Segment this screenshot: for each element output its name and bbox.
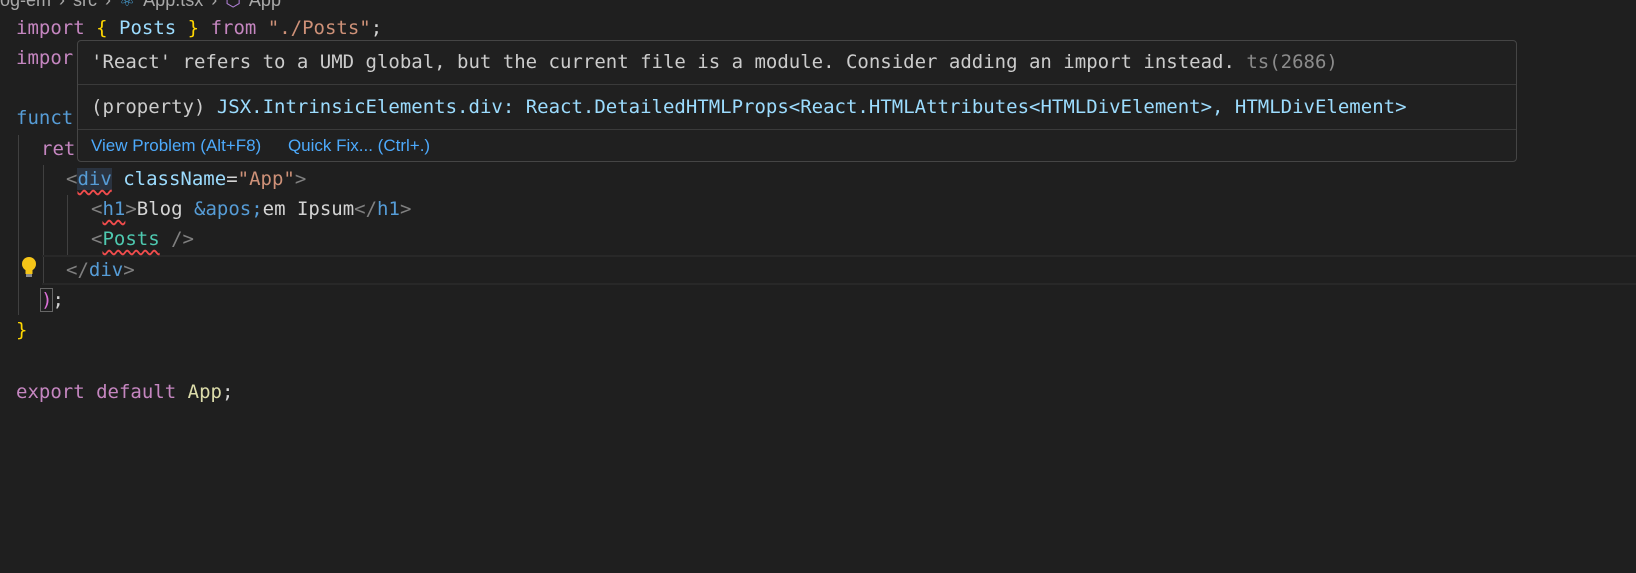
code-line[interactable]: import { Posts } from "./Posts"; xyxy=(16,13,382,43)
code-line[interactable]: } xyxy=(16,315,27,345)
type-signature: (property) JSX.IntrinsicElements.div: Re… xyxy=(78,85,1516,130)
code-line[interactable]: impor xyxy=(16,43,73,73)
code-line[interactable]: </div> xyxy=(66,255,135,285)
breadcrumb-separator: › xyxy=(211,0,217,11)
code-line[interactable]: <div className="App"> xyxy=(66,164,306,194)
breadcrumb-separator: › xyxy=(59,0,65,11)
hover-tooltip: 'React' refers to a UMD global, but the … xyxy=(77,40,1517,162)
view-problem-link[interactable]: View Problem (Alt+F8) xyxy=(91,136,261,155)
symbol-cube-icon: ⬡ xyxy=(225,0,241,11)
breadcrumb-item[interactable]: App.tsx xyxy=(143,0,203,11)
indent-guide xyxy=(18,135,19,315)
code-line[interactable]: <h1>Blog &apos;em Ipsum</h1> xyxy=(91,194,411,224)
breadcrumb-item[interactable]: src xyxy=(73,0,97,11)
hover-actions: View Problem (Alt+F8) Quick Fix... (Ctrl… xyxy=(78,130,1516,162)
breadcrumb: og-em › src › ⚛ App.tsx › ⬡ App xyxy=(0,0,281,10)
breadcrumb-separator: › xyxy=(105,0,111,11)
problem-message: 'React' refers to a UMD global, but the … xyxy=(78,41,1516,85)
problem-code: ts(2686) xyxy=(1246,51,1338,73)
breadcrumb-item[interactable]: og-em xyxy=(0,0,51,11)
code-line[interactable]: ret xyxy=(41,134,75,164)
code-line[interactable]: <Posts /> xyxy=(91,224,194,254)
breadcrumb-item[interactable]: App xyxy=(249,0,281,11)
code-line[interactable]: funct xyxy=(16,103,73,133)
react-file-icon: ⚛ xyxy=(119,0,135,11)
code-line[interactable]: export default App; xyxy=(16,377,233,407)
quick-fix-link[interactable]: Quick Fix... (Ctrl+.) xyxy=(288,136,430,155)
lightbulb-icon[interactable] xyxy=(20,256,38,280)
code-line[interactable]: ); xyxy=(39,285,64,315)
current-line-highlight xyxy=(42,255,1636,285)
indent-guide xyxy=(67,195,68,255)
